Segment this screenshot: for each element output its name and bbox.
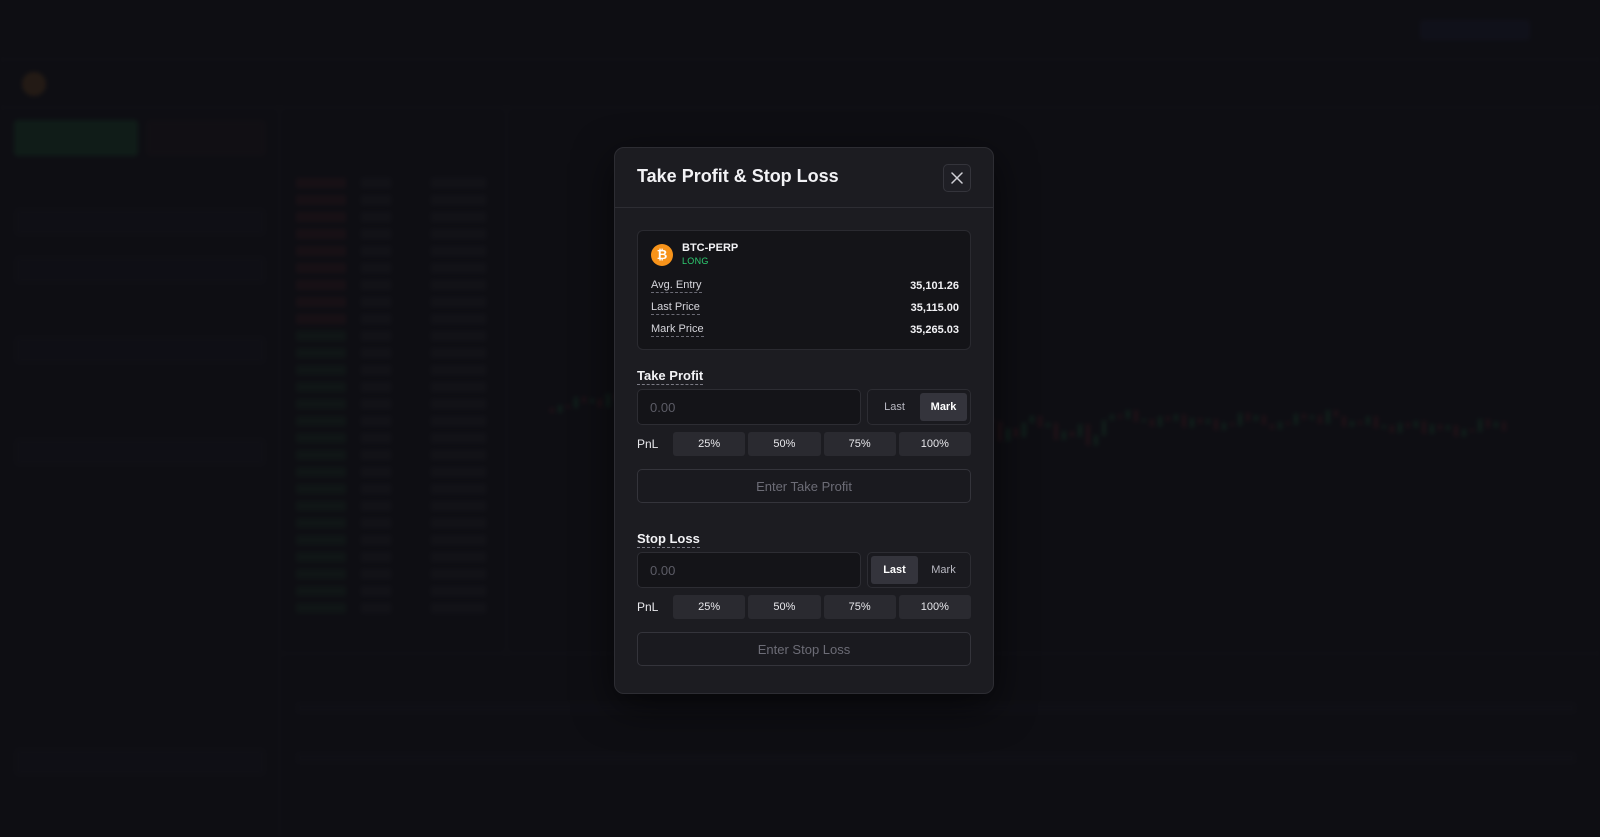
stat-value: 35,115.00 [910, 302, 959, 314]
bitcoin-icon: ₿ [651, 244, 673, 266]
position-side-badge: LONG [682, 256, 709, 266]
take-profit-pnl-75-button[interactable]: 75% [823, 432, 896, 456]
stop-loss-label: Stop Loss [637, 531, 700, 548]
stop-loss-pnl-50-button[interactable]: 50% [748, 595, 821, 619]
take-profit-pnl-50-button[interactable]: 50% [748, 432, 821, 456]
take-profit-price-input[interactable] [637, 389, 861, 425]
take-profit-pnl-25-button[interactable]: 25% [673, 432, 746, 456]
stop-loss-price-input[interactable] [637, 552, 861, 588]
stat-label: Last Price [651, 301, 700, 315]
stat-label: Avg. Entry [651, 279, 702, 293]
stop-loss-pnl-row: PnL 25% 50% 75% 100% [637, 595, 971, 619]
pnl-label: PnL [637, 437, 659, 451]
position-card: ₿ BTC-PERP LONG Avg. Entry 35,101.26 Las… [637, 230, 971, 350]
stat-value: 35,265.03 [910, 324, 959, 336]
take-profit-label: Take Profit [637, 368, 704, 385]
enter-take-profit-button[interactable]: Enter Take Profit [637, 469, 971, 503]
modal-title: Take Profit & Stop Loss [637, 166, 839, 186]
stat-label: Mark Price [651, 323, 704, 337]
stat-value: 35,101.26 [910, 280, 959, 292]
close-icon [951, 172, 963, 184]
modal-header: Take Profit & Stop Loss [615, 148, 993, 208]
take-profit-mark-option[interactable]: Mark [920, 393, 967, 421]
stop-loss-pnl-75-button[interactable]: 75% [823, 595, 896, 619]
close-button[interactable] [943, 164, 971, 192]
stop-loss-pnl-25-button[interactable]: 25% [673, 595, 746, 619]
take-profit-pnl-row: PnL 25% 50% 75% 100% [637, 432, 971, 456]
enter-stop-loss-button[interactable]: Enter Stop Loss [637, 632, 971, 666]
take-profit-price-type-toggle: Last Mark [867, 389, 971, 425]
take-profit-pnl-100-button[interactable]: 100% [898, 432, 971, 456]
tp-sl-modal: Take Profit & Stop Loss ₿ BTC-PERP LONG … [614, 147, 994, 694]
stat-row-last-price: Last Price 35,115.00 [651, 300, 959, 316]
stop-loss-price-type-toggle: Last Mark [867, 552, 971, 588]
stop-loss-pnl-100-button[interactable]: 100% [898, 595, 971, 619]
stat-row-mark-price: Mark Price 35,265.03 [651, 322, 959, 338]
position-symbol: BTC-PERP [682, 242, 739, 254]
stop-loss-mark-option[interactable]: Mark [920, 556, 967, 584]
stat-row-avg-entry: Avg. Entry 35,101.26 [651, 278, 959, 294]
pnl-label: PnL [637, 600, 659, 614]
take-profit-last-option[interactable]: Last [871, 393, 918, 421]
stop-loss-last-option[interactable]: Last [871, 556, 918, 584]
